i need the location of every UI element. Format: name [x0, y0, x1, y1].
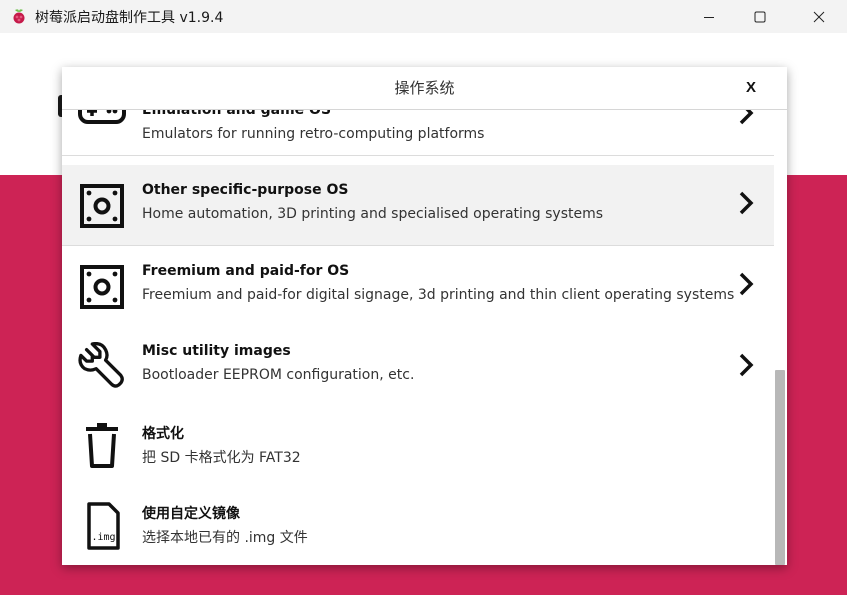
os-item-description: 把 SD 卡格式化为 FAT32 — [142, 450, 301, 466]
os-item-custom-image[interactable]: .img 使用自定义镜像 选择本地已有的 .img 文件 — [62, 486, 774, 565]
chevron-right-icon — [739, 110, 754, 125]
chip-board-icon — [80, 184, 124, 228]
os-list-scrollbar[interactable] — [774, 110, 787, 565]
wrench-icon — [78, 342, 124, 388]
close-icon — [813, 11, 825, 22]
os-item-description: 选择本地已有的 .img 文件 — [142, 530, 308, 546]
os-item-description: Bootloader EEPROM configuration, etc. — [142, 367, 415, 383]
os-item-misc-utility[interactable]: Misc utility images Bootloader EEPROM co… — [62, 326, 774, 407]
os-item-freemium[interactable]: Freemium and paid-for OS Freemium and pa… — [62, 246, 774, 327]
dialog-close-button[interactable]: X — [740, 75, 762, 101]
os-item-emulation[interactable]: Emulation and game OS Emulators for runn… — [62, 110, 774, 156]
svg-text:.img: .img — [91, 532, 115, 543]
dialog-title: 操作系统 — [394, 79, 455, 97]
maximize-icon — [754, 11, 766, 22]
os-select-dialog: 操作系统 X Emulation and game OS Emulators f… — [62, 67, 787, 565]
trash-icon — [86, 423, 118, 468]
os-item-description: Freemium and paid-for digital signage, 3… — [142, 287, 735, 303]
chevron-right-icon — [739, 272, 754, 296]
chevron-right-icon — [739, 191, 754, 215]
window-titlebar: 树莓派启动盘制作工具 v1.9.4 — [0, 0, 847, 33]
os-item-name: Misc utility images — [142, 343, 291, 359]
window-title: 树莓派启动盘制作工具 v1.9.4 — [35, 10, 224, 26]
dialog-header: 操作系统 X — [62, 67, 787, 110]
os-item-name: 使用自定义镜像 — [142, 506, 240, 522]
gamepad-icon — [78, 110, 126, 124]
minimize-icon — [704, 16, 714, 18]
os-item-description: Emulators for running retro-computing pl… — [142, 126, 485, 142]
raspberry-pi-logo-icon — [13, 9, 25, 24]
os-item-description: Home automation, 3D printing and special… — [142, 206, 604, 222]
chip-board-icon — [80, 265, 124, 309]
scrollbar-thumb[interactable] — [775, 370, 785, 565]
os-item-name: 格式化 — [142, 426, 184, 442]
os-item-name: Other specific-purpose OS — [142, 182, 349, 198]
os-item-specific-purpose[interactable]: Other specific-purpose OS Home automatio… — [62, 165, 774, 246]
os-item-format[interactable]: 格式化 把 SD 卡格式化为 FAT32 — [62, 406, 774, 487]
img-file-icon: .img — [87, 502, 120, 550]
os-list: Emulation and game OS Emulators for runn… — [62, 110, 774, 565]
minimize-button[interactable] — [686, 0, 732, 33]
window-close-button[interactable] — [796, 0, 842, 33]
os-item-name: Emulation and game OS — [142, 110, 332, 118]
chevron-right-icon — [739, 353, 754, 377]
maximize-button[interactable] — [737, 0, 783, 33]
os-item-name: Freemium and paid-for OS — [142, 263, 350, 279]
